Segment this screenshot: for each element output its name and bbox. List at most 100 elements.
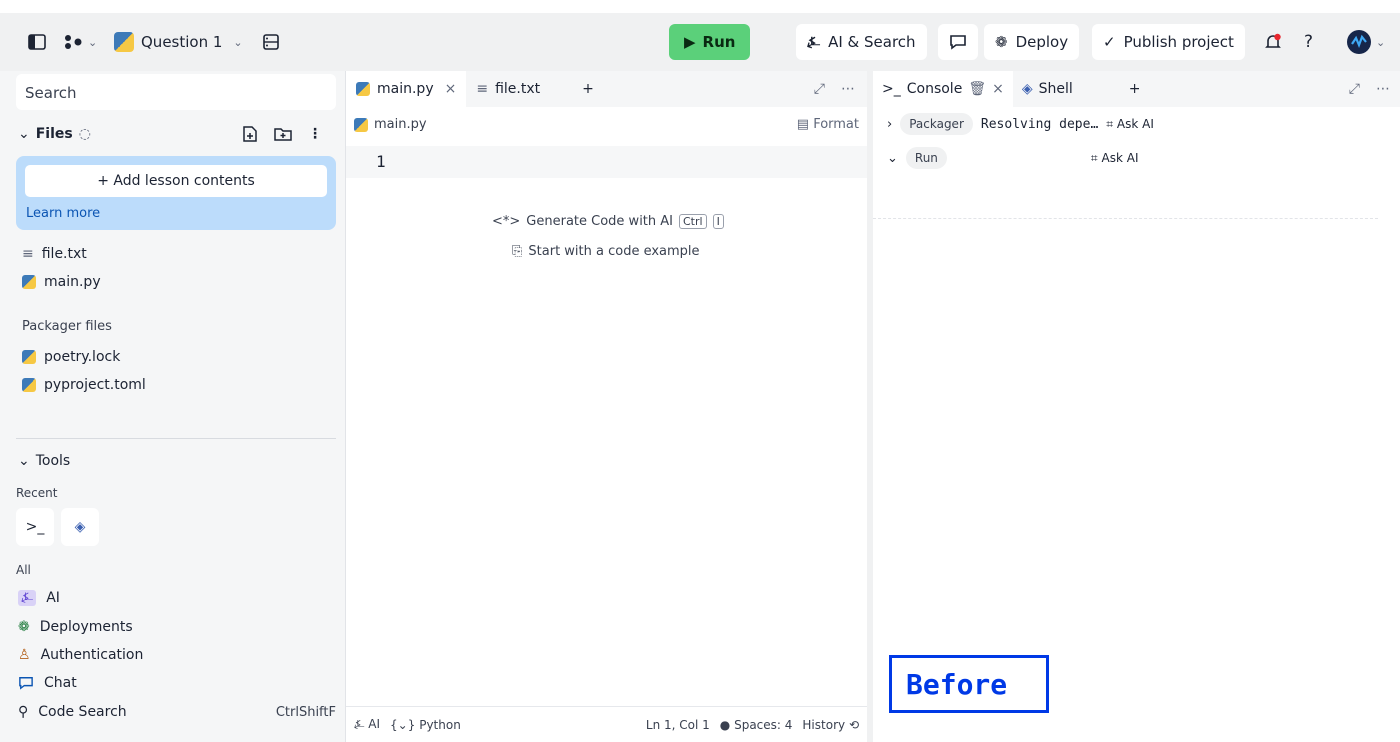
tab-console[interactable]: >_ Console 🗑 ×	[873, 71, 1013, 107]
recent-console-button[interactable]: >_	[16, 508, 54, 546]
ask-ai-icon: ⌗	[1106, 116, 1114, 131]
breadcrumb[interactable]: main.py	[354, 117, 427, 132]
braces-icon: {⌄}	[390, 717, 416, 732]
tab-label: Console	[906, 81, 963, 97]
python-icon	[22, 275, 36, 289]
workspace-switcher[interactable]: ⌄	[64, 24, 97, 60]
text-file-icon: ≡	[22, 246, 34, 262]
project-name-button[interactable]: Question 1 ⌄	[114, 24, 243, 60]
more-options-icon[interactable]: ⋯	[841, 81, 855, 97]
format-label: Format	[813, 117, 859, 132]
code-example-hint[interactable]: ⎘ Start with a code example	[512, 244, 700, 259]
sidebar-toggle-icon[interactable]	[28, 24, 46, 60]
new-file-icon[interactable]	[242, 125, 258, 143]
trash-icon[interactable]: 🗑	[968, 81, 986, 97]
format-button[interactable]: ▤ Format	[797, 117, 859, 132]
editor-pane: main.py × ≡ file.txt + ⤢ ⋯ main.py ▤ For…	[345, 71, 867, 742]
avatar[interactable]: ⌄	[1346, 24, 1385, 60]
publish-button[interactable]: ✓ Publish project	[1092, 24, 1245, 60]
tool-item-deployments[interactable]: ❁ Deployments	[18, 616, 336, 638]
sidebar: Search ⌄ Files ◌ ⋮ + Add lesson contents…	[0, 71, 345, 742]
status-ai[interactable]: ⍼ AI	[354, 717, 380, 732]
deploy-button[interactable]: ❁ Deploy	[984, 24, 1080, 60]
more-options-icon[interactable]: ⋯	[1376, 81, 1390, 97]
run-button[interactable]: ▶ Run	[669, 24, 751, 60]
add-lesson-button[interactable]: + Add lesson contents	[25, 165, 327, 197]
ai-icon: ⍼	[807, 33, 821, 51]
tools-header[interactable]: ⌄ Tools	[18, 453, 70, 469]
kbd-i: I	[712, 214, 724, 229]
tool-item-authentication[interactable]: ♙ Authentication	[18, 644, 336, 666]
code-line[interactable]: 1	[346, 146, 867, 178]
generate-icon: <*>	[492, 214, 521, 229]
packager-pill: Packager	[900, 113, 973, 135]
help-label: ?	[1304, 32, 1314, 52]
python-icon	[354, 117, 368, 132]
run-label: Run	[702, 33, 736, 51]
ai-search-label: AI & Search	[828, 33, 916, 51]
add-tab-icon[interactable]: +	[1120, 71, 1150, 107]
expand-icon[interactable]: ⤢	[1349, 81, 1360, 97]
ask-ai-button[interactable]: ⌗ Ask AI	[1106, 117, 1154, 132]
close-icon[interactable]: ×	[992, 81, 1004, 97]
status-position[interactable]: Ln 1, Col 1	[646, 718, 710, 732]
shell-icon: ◈	[1021, 81, 1033, 97]
divider	[16, 438, 336, 439]
tab-shell[interactable]: ◈ Shell	[1013, 71, 1082, 107]
close-icon[interactable]: ×	[445, 81, 457, 97]
chevron-right-icon: ›	[887, 116, 893, 132]
learn-more-link[interactable]: Learn more	[26, 206, 100, 221]
divider	[873, 218, 1378, 219]
text-file-icon: ≡	[476, 81, 489, 97]
new-folder-icon[interactable]	[274, 126, 292, 142]
ai-icon: ⍼	[18, 590, 37, 606]
status-history[interactable]: History ⟲	[802, 718, 859, 732]
status-spaces[interactable]: ● Spaces: 4	[720, 718, 793, 732]
ask-ai-button[interactable]: ⌗ Ask AI	[1091, 151, 1139, 166]
tab-label: Shell	[1038, 81, 1073, 97]
tool-item-ai[interactable]: ⍼ AI	[18, 587, 336, 609]
packager-row[interactable]: › Packager Resolving depe… ⌗ Ask AI	[873, 113, 1378, 135]
tab-main-py[interactable]: main.py ×	[346, 71, 467, 107]
console-pane: >_ Console 🗑 × ◈ Shell + ⤢ ⋯ › Packager …	[867, 71, 1400, 742]
tool-label: AI	[46, 590, 60, 606]
expand-icon[interactable]: ⤢	[814, 81, 825, 97]
deploy-icon: ❁	[18, 619, 30, 635]
file-item-poetry-lock[interactable]: poetry.lock	[22, 346, 120, 368]
terminal-icon: >_	[25, 519, 45, 535]
status-language[interactable]: {⌄} Python	[390, 718, 461, 732]
ai-search-button[interactable]: ⍼ AI & Search	[796, 24, 927, 60]
add-tab-icon[interactable]: +	[572, 71, 604, 107]
file-item-file-txt[interactable]: ≡ file.txt	[22, 243, 87, 265]
play-icon: ▶	[684, 33, 696, 51]
chat-icon	[950, 35, 966, 50]
tab-file-txt[interactable]: ≡ file.txt	[466, 71, 550, 107]
database-icon[interactable]	[262, 24, 280, 60]
history-icon: ⟲	[848, 717, 859, 732]
format-icon: ▤	[796, 117, 810, 132]
dot-icon: ●	[719, 717, 731, 732]
files-header[interactable]: ⌄ Files ◌	[18, 126, 91, 142]
user-icon: ♙	[18, 647, 31, 663]
python-icon	[22, 350, 36, 364]
check-icon: ✓	[1103, 33, 1116, 51]
lesson-banner: + Add lesson contents Learn more	[16, 156, 336, 230]
file-item-main-py[interactable]: main.py	[22, 271, 101, 293]
file-item-pyproject-toml[interactable]: pyproject.toml	[22, 374, 146, 396]
help-button[interactable]: ?	[1304, 24, 1313, 60]
ask-ai-label: Ask AI	[1101, 150, 1139, 165]
recent-shell-button[interactable]: ◈	[61, 508, 99, 546]
search-input[interactable]: Search	[16, 74, 336, 110]
tool-item-chat[interactable]: Chat	[18, 672, 336, 694]
notifications-icon[interactable]	[1264, 24, 1282, 60]
run-row[interactable]: ⌄ Run ⌗ Ask AI	[873, 147, 1378, 169]
generate-code-hint[interactable]: <*> Generate Code with AI Ctrl I	[492, 214, 724, 229]
chat-button[interactable]	[938, 24, 978, 60]
all-label: All	[16, 563, 31, 577]
more-options-icon[interactable]: ⋮	[308, 126, 322, 142]
tool-item-code-search[interactable]: ⚲ Code Search CtrlShiftF	[18, 701, 336, 723]
chevron-down-icon: ⌄	[88, 35, 98, 49]
generate-label: Generate Code with AI	[526, 214, 673, 229]
tool-label: Authentication	[40, 647, 144, 663]
file-label: poetry.lock	[44, 349, 121, 365]
